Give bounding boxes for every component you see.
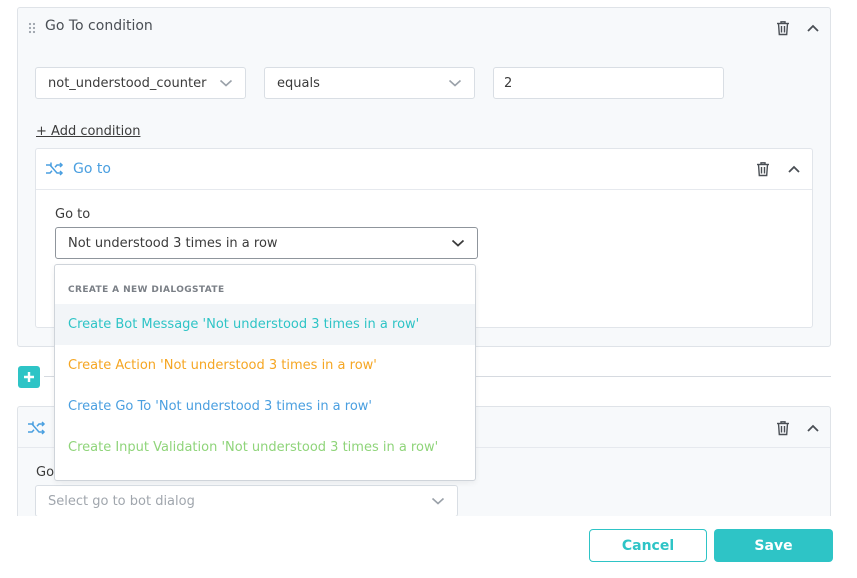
- chevron-up-icon[interactable]: [787, 162, 801, 176]
- chevron-up-icon[interactable]: [806, 421, 820, 435]
- add-block-button[interactable]: [18, 366, 40, 388]
- save-button[interactable]: Save: [714, 529, 833, 562]
- dropdown-item-create-bot-message[interactable]: Create Bot Message 'Not understood 3 tim…: [55, 304, 475, 345]
- dropdown-item-label: Create Action 'Not understood 3 times in…: [68, 358, 377, 373]
- go-to-card-header: Go to: [36, 149, 812, 190]
- cancel-button[interactable]: Cancel: [589, 529, 707, 562]
- operator-select-value: equals: [277, 75, 320, 91]
- trash-icon[interactable]: [755, 160, 771, 178]
- dropdown-section-header: CREATE A NEW DIALOGSTATE: [68, 285, 225, 295]
- chevron-up-icon[interactable]: [806, 21, 820, 35]
- add-condition-link[interactable]: + Add condition: [36, 124, 140, 139]
- dropdown-item-create-input-validation[interactable]: Create Input Validation 'Not understood …: [55, 427, 475, 468]
- go-to-field-label: Go to: [55, 207, 91, 222]
- go-to-select[interactable]: Not understood 3 times in a row: [55, 227, 478, 259]
- chevron-down-icon: [448, 77, 462, 92]
- second-go-to-select-placeholder: Select go to bot dialog: [48, 493, 195, 509]
- dropdown-item-label: Create Bot Message 'Not understood 3 tim…: [68, 317, 420, 332]
- go-to-card-title: Go to: [73, 161, 111, 177]
- shuffle-icon: [27, 419, 47, 437]
- trash-icon[interactable]: [775, 419, 791, 437]
- dropdown-item-create-action[interactable]: Create Action 'Not understood 3 times in…: [55, 345, 475, 386]
- dropdown-item-label: Create Go To 'Not understood 3 times in …: [68, 399, 373, 414]
- value-input-text: 2: [504, 75, 513, 91]
- value-input[interactable]: 2: [493, 67, 724, 99]
- save-button-label: Save: [754, 537, 793, 554]
- plus-icon: [24, 372, 34, 382]
- go-to-dropdown-menu: CREATE A NEW DIALOGSTATE Create Bot Mess…: [54, 264, 476, 481]
- cancel-button-label: Cancel: [621, 537, 675, 554]
- dropdown-item-label: Create Input Validation 'Not understood …: [68, 440, 439, 455]
- drag-handle-icon[interactable]: [27, 21, 37, 35]
- go-to-select-value: Not understood 3 times in a row: [68, 235, 278, 251]
- dropdown-item-create-go-to[interactable]: Create Go To 'Not understood 3 times in …: [55, 386, 475, 427]
- condition-title: Go To condition: [45, 18, 153, 34]
- chevron-down-icon: [219, 77, 233, 92]
- chevron-down-icon: [451, 237, 465, 252]
- second-go-to-field-label: Go: [36, 465, 55, 480]
- second-go-to-select[interactable]: Select go to bot dialog: [35, 485, 458, 517]
- variable-select-value: not_understood_counter: [48, 75, 207, 91]
- trash-icon[interactable]: [775, 19, 791, 37]
- variable-select[interactable]: not_understood_counter: [35, 67, 246, 99]
- chevron-down-icon: [431, 495, 445, 510]
- operator-select[interactable]: equals: [264, 67, 475, 99]
- shuffle-icon: [45, 160, 65, 178]
